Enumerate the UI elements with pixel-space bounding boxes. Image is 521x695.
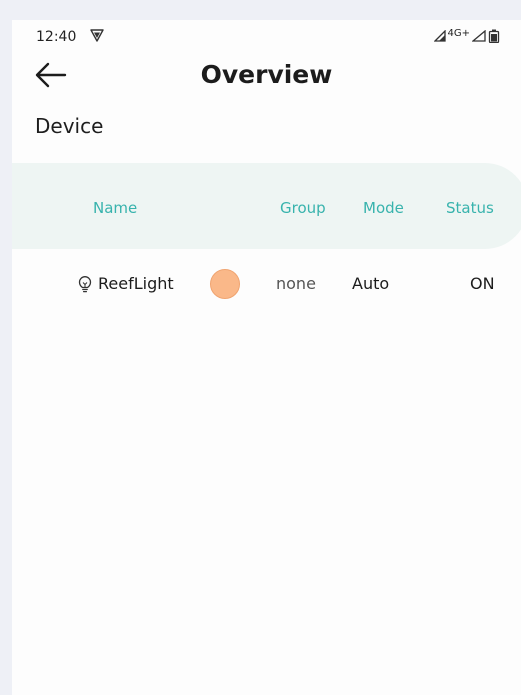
status-time: 12:40 xyxy=(36,29,77,45)
page-title: Overview xyxy=(200,60,333,89)
lightbulb-icon xyxy=(78,276,92,293)
battery-icon xyxy=(488,29,500,43)
device-mode: Auto xyxy=(352,274,390,293)
device-status: ON xyxy=(470,274,495,293)
device-name: ReefLight xyxy=(98,274,174,293)
app-screen: 12:40 4G+ Overview Device Name Group Mod… xyxy=(12,20,521,695)
column-header-group: Group xyxy=(280,199,326,217)
device-color-swatch[interactable] xyxy=(210,269,240,299)
column-header-mode: Mode xyxy=(363,199,404,217)
signal-icon xyxy=(433,30,446,42)
column-header-name: Name xyxy=(93,199,138,217)
section-title-device: Device xyxy=(35,114,104,138)
signal-icon-2 xyxy=(472,30,486,42)
vpn-shield-icon xyxy=(90,29,104,42)
network-status: 4G+ xyxy=(433,28,501,44)
status-bar: 12:40 4G+ xyxy=(12,20,521,54)
device-group: none xyxy=(276,274,316,293)
column-header-status: Status xyxy=(446,199,494,217)
table-row[interactable]: ReefLight none Auto ON xyxy=(12,268,521,300)
table-header: Name Group Mode Status xyxy=(12,163,521,249)
network-type: 4G+ xyxy=(447,28,471,39)
